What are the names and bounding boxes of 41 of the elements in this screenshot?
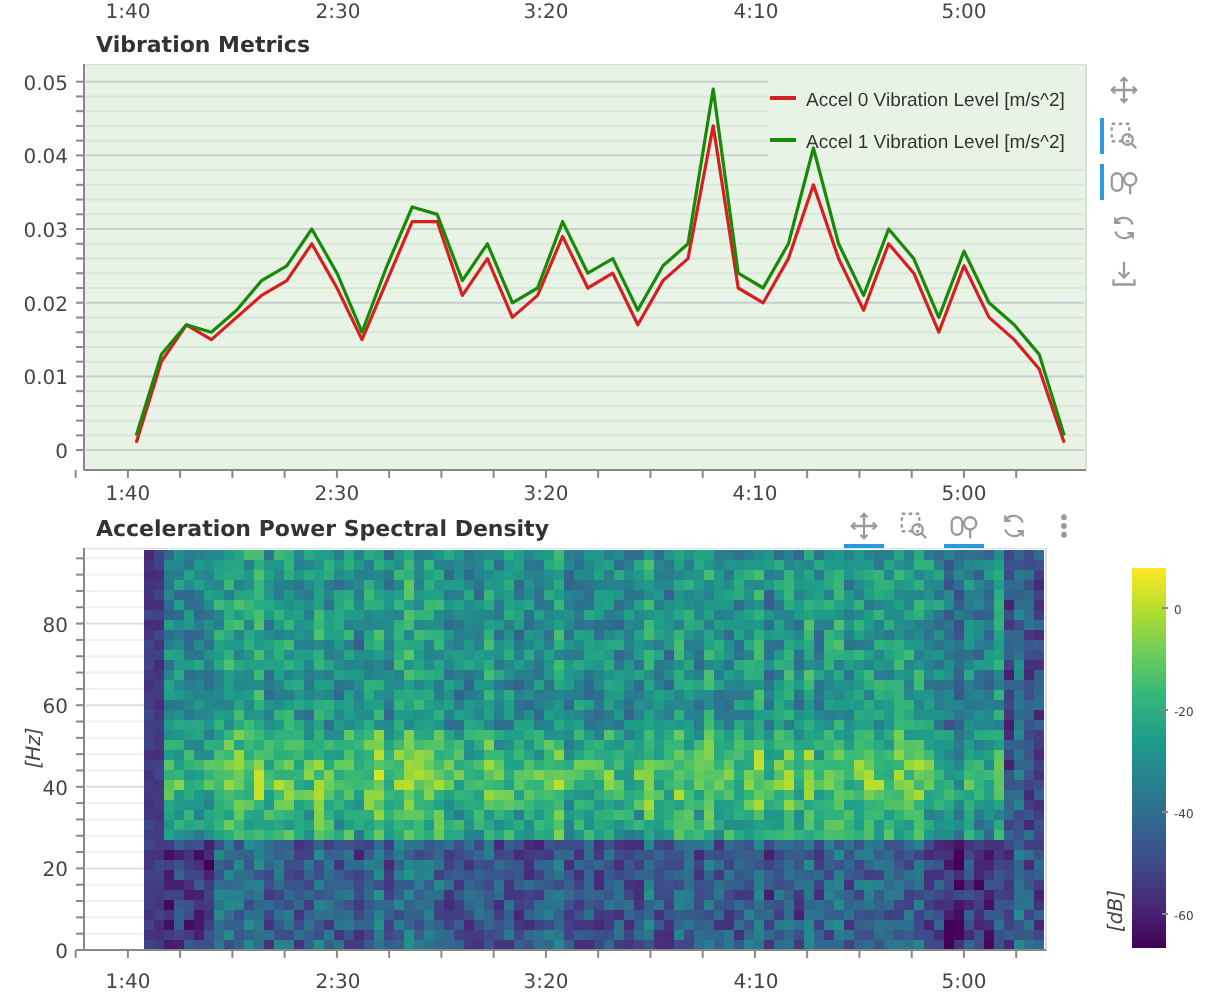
box-zoom-icon[interactable] [1110,122,1138,150]
legend-label: Accel 1 Vibration Level [m/s^2] [806,132,1065,154]
box-zoom-icon[interactable] [900,512,928,540]
axis-tick-label: 60 [42,697,68,720]
save-icon[interactable] [1110,260,1138,288]
axis-tick-label: 1:40 [105,972,151,994]
axis-tick-label: 4:10 [732,484,778,506]
axis-tick-label: 3:20 [523,484,569,506]
axis-tick-label: 5:00 [941,972,987,994]
axis-tick-label: 0.03 [23,221,68,244]
axis-tick-label: 3:20 [523,2,569,24]
axis-label: [Hz] [24,727,46,769]
axis-tick-label: 5:00 [941,2,987,24]
axis-tick-label: 5:00 [941,484,987,506]
axis-tick-label: 2:30 [315,2,361,24]
pan-icon[interactable] [850,512,878,540]
axis-tick-label: 0 [55,442,68,465]
axis-tick-label: 3:20 [523,972,569,994]
axis-tick-label: 4:10 [733,2,779,24]
axis-tick-label: 1:40 [105,2,151,24]
axis-tick-label: 1:40 [105,484,151,506]
axis-tick-label: 40 [42,778,68,801]
axis-tick-label: 80 [42,615,68,638]
axis-tick-label: 20 [42,860,68,883]
wheel-zoom-icon[interactable] [950,512,978,540]
axis-tick-label: 0.05 [23,73,68,96]
wheel-zoom-icon[interactable] [1110,168,1138,196]
axis-tick-label: 0 [55,942,68,964]
axis-tick-label: 4:10 [733,972,779,994]
chart-title: Acceleration Power Spectral Density [94,515,549,541]
pan-icon[interactable] [1110,76,1138,104]
colorbar-label: [dB] [1106,889,1128,932]
legend-label: Accel 0 Vibration Level [m/s^2] [806,90,1065,112]
axis-tick-label: 0.02 [23,294,68,317]
axis-tick-label: 0.01 [23,368,68,391]
chart-title: Vibration Metrics [94,32,312,58]
reset-icon[interactable] [1110,214,1138,242]
reset-icon[interactable] [1000,512,1028,540]
axis-tick-label: 2:30 [314,484,360,506]
axis-tick-label: 0.04 [23,147,68,170]
axis-tick-label: 2:30 [315,972,361,994]
